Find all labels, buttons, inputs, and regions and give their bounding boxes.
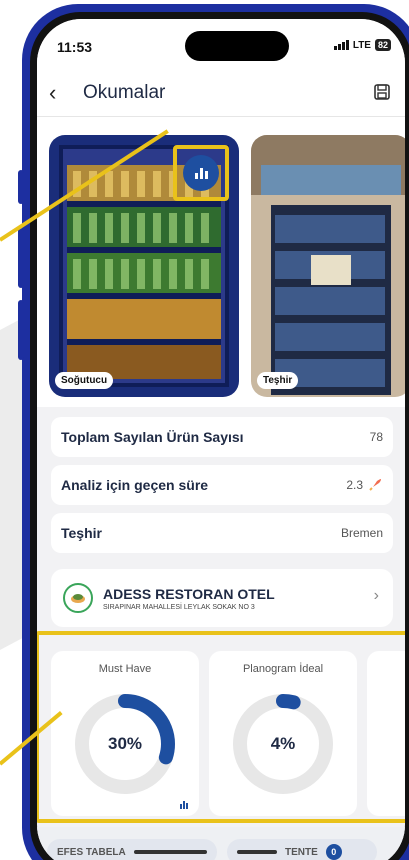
side-button xyxy=(18,228,24,288)
dynamic-island xyxy=(185,31,289,61)
bar-chart-icon xyxy=(183,155,219,191)
info-value: 78 xyxy=(369,430,383,444)
chip-badge: 0 xyxy=(325,844,342,860)
back-icon[interactable]: ‹ xyxy=(49,80,73,106)
phone-frame: 11:53 LTE 82 ‹ Okumalar Soğutucu Teşhir … xyxy=(22,4,409,860)
chip-label: TENTE xyxy=(285,846,318,858)
info-value-wrap: 2.3 xyxy=(346,477,383,493)
display-image xyxy=(251,135,405,397)
store-logo-icon xyxy=(63,583,93,613)
chip-progress xyxy=(133,850,207,854)
info-value: Bremen xyxy=(340,526,383,540)
store-address: SIRAPINAR MAHALLESİ LEYLAK SOKAK NO 3 xyxy=(103,603,255,611)
photo-label-display: Teşhir xyxy=(257,372,299,389)
app-screen: 11:53 LTE 82 ‹ Okumalar Soğutucu Teşhir … xyxy=(37,19,405,860)
store-name: ADESS RESTORAN OTEL xyxy=(103,585,275,602)
bottom-chip-bar: EFES TABELA TENTE 0 xyxy=(37,827,405,860)
kpi-card-partial[interactable] xyxy=(367,651,405,816)
info-label: Toplam Sayılan Ürün Sayısı xyxy=(61,429,244,445)
mini-bar-chart-icon[interactable] xyxy=(179,799,189,809)
signal-icon xyxy=(333,40,349,50)
status-time: 11:53 xyxy=(57,39,93,55)
store-card[interactable]: ADESS RESTORAN OTEL SIRAPINAR MAHALLESİ … xyxy=(51,569,393,627)
save-icon[interactable] xyxy=(373,83,391,101)
chip-progress xyxy=(237,850,277,854)
rocket-icon xyxy=(369,479,381,491)
page-title: Okumalar xyxy=(83,81,166,103)
chip-tente[interactable]: TENTE 0 xyxy=(227,839,377,860)
info-row-analysis-time: Analiz için geçen süre 2.3 xyxy=(51,465,393,505)
info-row-display: Teşhir Bremen xyxy=(51,513,393,553)
kpi-title: Must Have xyxy=(98,663,152,675)
kpi-title: Planogram İdeal xyxy=(242,663,324,675)
nav-bar: ‹ Okumalar xyxy=(37,69,405,117)
photo-label-cooler: Soğutucu xyxy=(55,372,114,389)
analytics-button[interactable] xyxy=(173,145,229,201)
side-button xyxy=(18,300,24,360)
info-label: Teşhir xyxy=(61,525,102,541)
kpi-value: 4% xyxy=(270,734,296,753)
chip-label: EFES TABELA xyxy=(57,846,126,858)
chip-efes-tabela[interactable]: EFES TABELA xyxy=(47,839,217,860)
status-bar: 11:53 LTE 82 xyxy=(37,19,405,69)
chevron-right-icon: › xyxy=(373,587,379,604)
side-button xyxy=(18,170,24,204)
photo-gallery[interactable]: Soğutucu Teşhir xyxy=(37,117,405,407)
kpi-card-planogram[interactable]: Planogram İdeal 4% xyxy=(209,651,357,816)
store-text: ADESS RESTORAN OTEL SIRAPINAR MAHALLESİ … xyxy=(103,586,275,611)
photo-card-display[interactable]: Teşhir xyxy=(251,135,405,397)
photo-card-cooler[interactable]: Soğutucu xyxy=(49,135,239,397)
kpi-card-must-have[interactable]: Must Have 30% xyxy=(51,651,199,816)
info-row-total-count: Toplam Sayılan Ürün Sayısı 78 xyxy=(51,417,393,457)
phone-bezel: 11:53 LTE 82 ‹ Okumalar Soğutucu Teşhir … xyxy=(30,12,409,860)
info-label: Analiz için geçen süre xyxy=(61,477,209,493)
info-value: 2.3 xyxy=(346,478,363,492)
network-label: LTE xyxy=(352,39,371,51)
battery-icon: 82 xyxy=(374,39,391,51)
status-indicators: LTE 82 xyxy=(333,39,391,51)
kpi-value: 30% xyxy=(107,734,143,753)
